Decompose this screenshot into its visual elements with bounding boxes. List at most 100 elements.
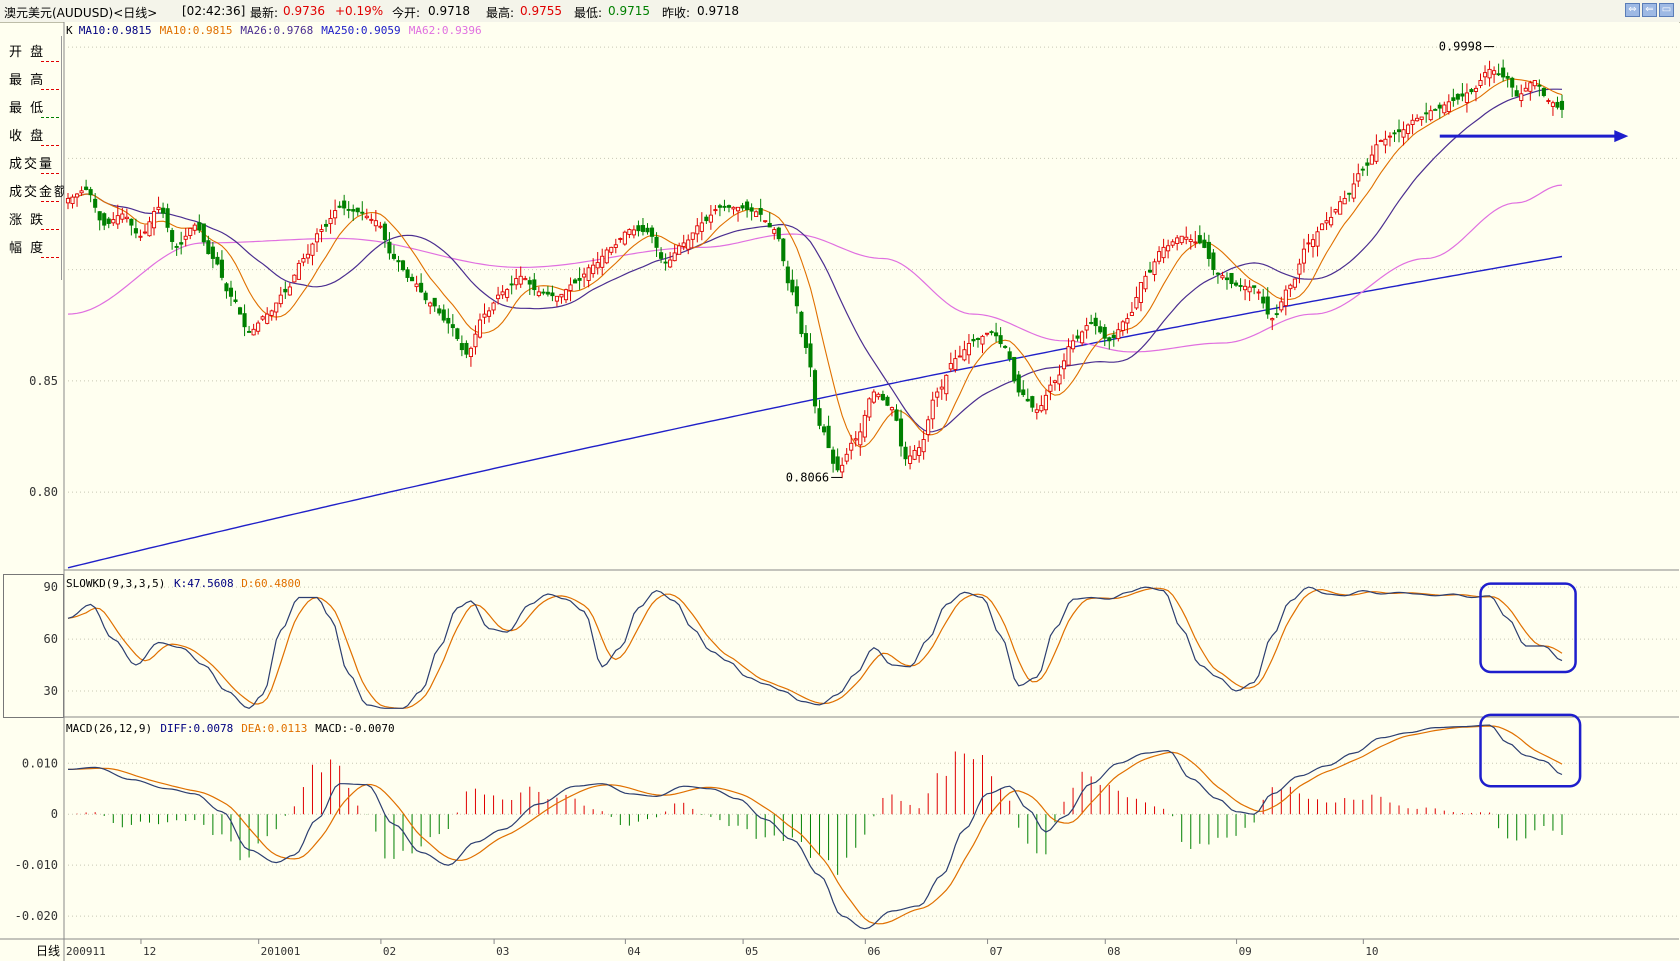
candle[interactable]: [686, 239, 691, 250]
candle[interactable]: [681, 242, 686, 247]
candle[interactable]: [391, 253, 397, 259]
candle[interactable]: [595, 262, 600, 269]
candle[interactable]: [97, 211, 102, 221]
candle[interactable]: [324, 223, 329, 227]
candle[interactable]: [1519, 93, 1524, 101]
candle[interactable]: [604, 249, 609, 264]
candle[interactable]: [1102, 326, 1107, 339]
candle[interactable]: [1175, 237, 1180, 244]
candle[interactable]: [437, 308, 442, 314]
candle[interactable]: [654, 236, 659, 248]
candle[interactable]: [446, 317, 451, 324]
candle[interactable]: [256, 322, 261, 332]
candle[interactable]: [1365, 162, 1370, 166]
candle[interactable]: [573, 279, 578, 284]
candle[interactable]: [486, 310, 492, 317]
candle[interactable]: [659, 252, 664, 259]
candle[interactable]: [962, 349, 967, 361]
candle[interactable]: [351, 209, 356, 212]
candle[interactable]: [772, 229, 777, 234]
candle[interactable]: [283, 288, 288, 293]
candle[interactable]: [364, 215, 369, 219]
candle[interactable]: [1012, 356, 1017, 382]
candle[interactable]: [1197, 235, 1202, 244]
candle[interactable]: [541, 291, 546, 294]
candle[interactable]: [582, 273, 587, 278]
candle[interactable]: [414, 283, 419, 288]
candle[interactable]: [1369, 154, 1374, 165]
candle[interactable]: [1482, 72, 1488, 78]
candle[interactable]: [1532, 80, 1537, 87]
candle[interactable]: [115, 215, 120, 225]
candle[interactable]: [192, 224, 197, 231]
candle[interactable]: [1374, 144, 1379, 162]
candle[interactable]: [1052, 380, 1057, 383]
candle[interactable]: [1279, 301, 1284, 311]
candle[interactable]: [120, 213, 125, 220]
candle[interactable]: [1161, 246, 1166, 259]
candle[interactable]: [527, 280, 532, 285]
candle[interactable]: [1016, 374, 1021, 393]
candle[interactable]: [745, 201, 750, 210]
candle[interactable]: [989, 331, 994, 334]
candle[interactable]: [1541, 87, 1546, 96]
candle[interactable]: [930, 399, 935, 420]
candle[interactable]: [1229, 272, 1234, 285]
candle[interactable]: [1510, 77, 1515, 88]
candle[interactable]: [138, 235, 143, 238]
candle[interactable]: [627, 229, 632, 235]
candle[interactable]: [93, 198, 98, 208]
restore-icon[interactable]: ⇔: [1625, 3, 1640, 17]
candle[interactable]: [1134, 296, 1139, 309]
candle[interactable]: [532, 279, 537, 291]
candle[interactable]: [1071, 340, 1076, 350]
candle[interactable]: [133, 228, 138, 234]
candle[interactable]: [917, 447, 922, 456]
candle[interactable]: [151, 211, 157, 229]
candle[interactable]: [1129, 311, 1134, 316]
candle[interactable]: [1224, 277, 1230, 281]
candle[interactable]: [1039, 405, 1044, 412]
candle[interactable]: [1487, 68, 1492, 79]
candle[interactable]: [1211, 252, 1216, 270]
candle[interactable]: [328, 217, 333, 225]
candle[interactable]: [695, 225, 700, 235]
candle[interactable]: [889, 407, 895, 411]
candle[interactable]: [948, 363, 953, 370]
candle[interactable]: [717, 205, 722, 208]
candle[interactable]: [908, 455, 913, 464]
candle[interactable]: [722, 205, 727, 208]
candle[interactable]: [1550, 102, 1555, 107]
candle[interactable]: [477, 319, 483, 338]
candle[interactable]: [464, 342, 469, 355]
candle[interactable]: [1356, 173, 1361, 182]
candle[interactable]: [1048, 384, 1053, 392]
candle[interactable]: [1333, 209, 1338, 213]
candle[interactable]: [224, 283, 229, 292]
candle[interactable]: [1396, 129, 1402, 133]
candle[interactable]: [423, 292, 428, 301]
candle[interactable]: [763, 220, 768, 223]
candle[interactable]: [1098, 326, 1103, 333]
candle[interactable]: [1528, 82, 1533, 92]
candle[interactable]: [1324, 220, 1329, 224]
candle[interactable]: [1270, 318, 1275, 321]
candle[interactable]: [496, 294, 501, 300]
candle[interactable]: [568, 284, 573, 292]
candle[interactable]: [296, 262, 301, 280]
candle[interactable]: [378, 225, 383, 228]
candle[interactable]: [265, 313, 270, 324]
candle[interactable]: [1202, 239, 1207, 248]
candle[interactable]: [373, 220, 378, 227]
candle[interactable]: [740, 205, 745, 209]
candle[interactable]: [65, 197, 71, 204]
candle[interactable]: [491, 302, 496, 311]
candle[interactable]: [622, 231, 627, 245]
candle[interactable]: [754, 211, 759, 217]
candle[interactable]: [1143, 275, 1148, 290]
candle[interactable]: [966, 342, 971, 356]
candle[interactable]: [514, 278, 519, 286]
candle[interactable]: [921, 439, 926, 453]
candle[interactable]: [704, 216, 709, 222]
candle[interactable]: [1166, 245, 1171, 252]
